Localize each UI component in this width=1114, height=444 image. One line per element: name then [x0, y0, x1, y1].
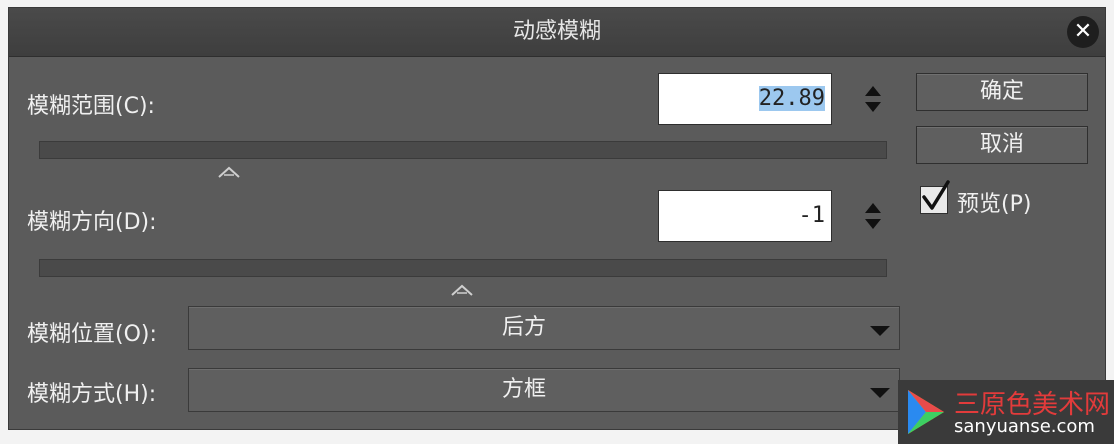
title-bar[interactable]: 动感模糊 ✕	[9, 8, 1105, 57]
blur-range-spinner-icon[interactable]	[864, 84, 882, 114]
blur-mode-dropdown[interactable]: 方框	[188, 368, 900, 412]
preview-label: 预览(P)	[957, 192, 1032, 217]
chevron-down-icon	[869, 384, 891, 398]
watermark: 三原色美术网 sanyuanse.com	[898, 380, 1114, 444]
blur-direction-value: -1	[798, 203, 826, 228]
blur-range-label: 模糊范围(C):	[27, 94, 155, 119]
blur-direction-input[interactable]: -1	[658, 190, 832, 242]
blur-direction-slider[interactable]	[39, 259, 887, 277]
blur-direction-spinner-icon[interactable]	[864, 201, 882, 231]
play-logo-icon	[904, 388, 948, 436]
close-icon[interactable]: ✕	[1067, 16, 1099, 48]
cancel-button[interactable]: 取消	[916, 126, 1088, 164]
dialog-title: 动感模糊	[512, 19, 601, 44]
blur-position-selected: 后方	[501, 315, 546, 340]
blur-position-dropdown[interactable]: 后方	[188, 306, 900, 350]
blur-range-value: 22.89	[758, 86, 825, 111]
chevron-down-icon	[869, 322, 891, 336]
blur-direction-label: 模糊方向(D):	[27, 210, 157, 235]
blur-mode-label: 模糊方式(H):	[27, 382, 157, 407]
blur-range-slider-thumb-icon[interactable]	[218, 163, 240, 178]
preview-checkbox[interactable]	[920, 180, 950, 214]
blur-range-input[interactable]: 22.89	[658, 73, 832, 125]
blur-mode-selected: 方框	[501, 377, 546, 402]
checkmark-icon	[922, 180, 950, 210]
blur-range-slider[interactable]	[39, 141, 887, 159]
motion-blur-dialog: 动感模糊 ✕ 模糊范围(C): 22.89 模糊方向(D): -1 模糊位置(O…	[8, 7, 1106, 430]
blur-direction-slider-thumb-icon[interactable]	[451, 281, 473, 296]
blur-position-label: 模糊位置(O):	[27, 322, 157, 347]
watermark-url: sanyuanse.com	[954, 416, 1095, 437]
ok-button[interactable]: 确定	[916, 73, 1088, 111]
